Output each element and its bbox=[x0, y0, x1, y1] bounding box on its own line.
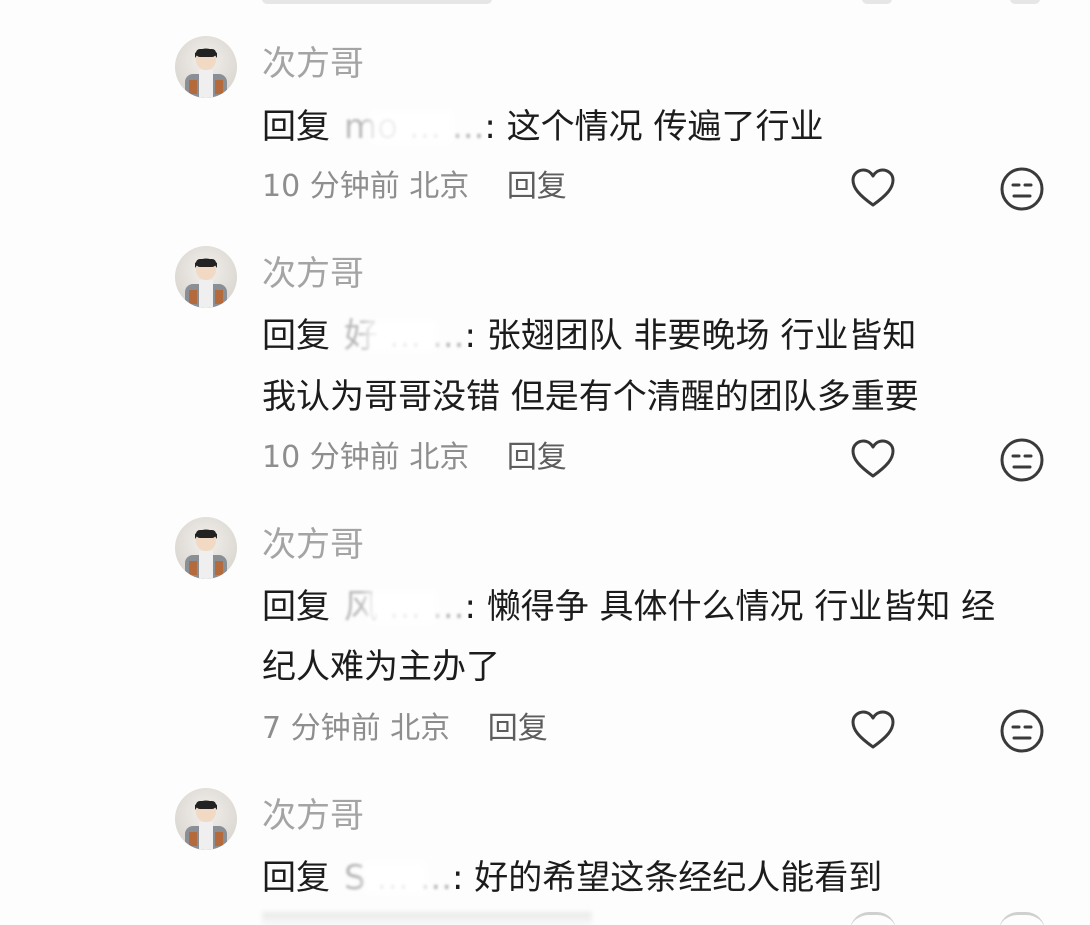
location: 北京 bbox=[390, 711, 451, 746]
heart-icon[interactable] bbox=[850, 912, 896, 925]
reply-prefix: 回复 bbox=[262, 316, 330, 356]
meh-face-icon[interactable] bbox=[998, 436, 1046, 484]
username[interactable]: 次方哥 bbox=[262, 523, 364, 567]
meh-face-icon[interactable] bbox=[998, 707, 1046, 755]
heart-icon[interactable] bbox=[849, 707, 897, 755]
avatar[interactable] bbox=[175, 788, 237, 850]
heart-icon[interactable] bbox=[849, 436, 897, 484]
comment-text: 回复 mo ... ...: 这个情况 传遍了行业 bbox=[262, 105, 823, 149]
reply-prefix: 回复 bbox=[262, 587, 330, 627]
location: 北京 bbox=[409, 440, 470, 475]
username[interactable]: 次方哥 bbox=[262, 794, 364, 838]
username[interactable]: 次方哥 bbox=[262, 252, 364, 296]
reply-button[interactable]: 回复 bbox=[488, 709, 548, 749]
comment-text-continued: 我认为哥哥没错 但是有个清醒的团队多重要 bbox=[262, 377, 919, 417]
heart-icon[interactable] bbox=[849, 165, 897, 213]
comment-text: 回复 S ... ...: 好的希望这条经纪人能看到 bbox=[262, 856, 882, 900]
comment-line: : 这个情况 传遍了行业 bbox=[484, 107, 824, 147]
reply-prefix: 回复 bbox=[262, 107, 330, 147]
comment-text: 回复好 ... ...: 张翅团队 非要晚场 行业皆知 bbox=[262, 314, 916, 358]
comment-line: : 张翅团队 非要晚场 行业皆知 bbox=[464, 316, 917, 356]
avatar[interactable] bbox=[175, 36, 237, 98]
person-avatar-icon bbox=[185, 48, 227, 98]
mention-blurred[interactable]: S ... ... bbox=[344, 856, 452, 900]
comment-text: 回复风 ... ...: 懒得争 具体什么情况 行业皆知 经 bbox=[262, 585, 995, 629]
comment-meta-cut-off bbox=[262, 912, 592, 925]
timestamp: 7 分钟前 bbox=[262, 711, 381, 746]
meh-face-icon[interactable] bbox=[999, 912, 1045, 925]
person-avatar-icon bbox=[185, 258, 227, 308]
meh-face-icon[interactable] bbox=[998, 165, 1046, 213]
mention-blurred[interactable]: 风 ... ... bbox=[344, 585, 464, 629]
reply-button[interactable]: 回复 bbox=[507, 167, 567, 207]
reply-button[interactable]: 回复 bbox=[507, 438, 567, 478]
timestamp: 10 分钟前 bbox=[262, 169, 400, 204]
avatar[interactable] bbox=[175, 246, 237, 308]
comment-meta: 7 分钟前 北京 回复 bbox=[262, 709, 548, 749]
previous-comment-edge bbox=[0, 0, 1090, 10]
comment-meta: 10 分钟前 北京 回复 bbox=[262, 438, 567, 478]
username[interactable]: 次方哥 bbox=[262, 42, 364, 86]
mention-blurred[interactable]: mo ... ... bbox=[344, 105, 484, 149]
avatar[interactable] bbox=[175, 517, 237, 579]
timestamp: 10 分钟前 bbox=[262, 440, 400, 475]
person-avatar-icon bbox=[185, 800, 227, 850]
comment-line: : 懒得争 具体什么情况 行业皆知 经 bbox=[464, 587, 996, 627]
location: 北京 bbox=[409, 169, 470, 204]
mention-blurred[interactable]: 好 ... ... bbox=[344, 314, 464, 358]
comment-text-continued: 纪人难为主办了 bbox=[262, 647, 500, 687]
comment-thread: 次方哥 回复 mo ... ...: 这个情况 传遍了行业 10 分钟前 北京 回… bbox=[0, 0, 1090, 925]
comment-meta: 10 分钟前 北京 回复 bbox=[262, 167, 567, 207]
comment-line: : 好的希望这条经纪人能看到 bbox=[452, 858, 883, 898]
person-avatar-icon bbox=[185, 529, 227, 579]
reply-prefix: 回复 bbox=[262, 858, 330, 898]
